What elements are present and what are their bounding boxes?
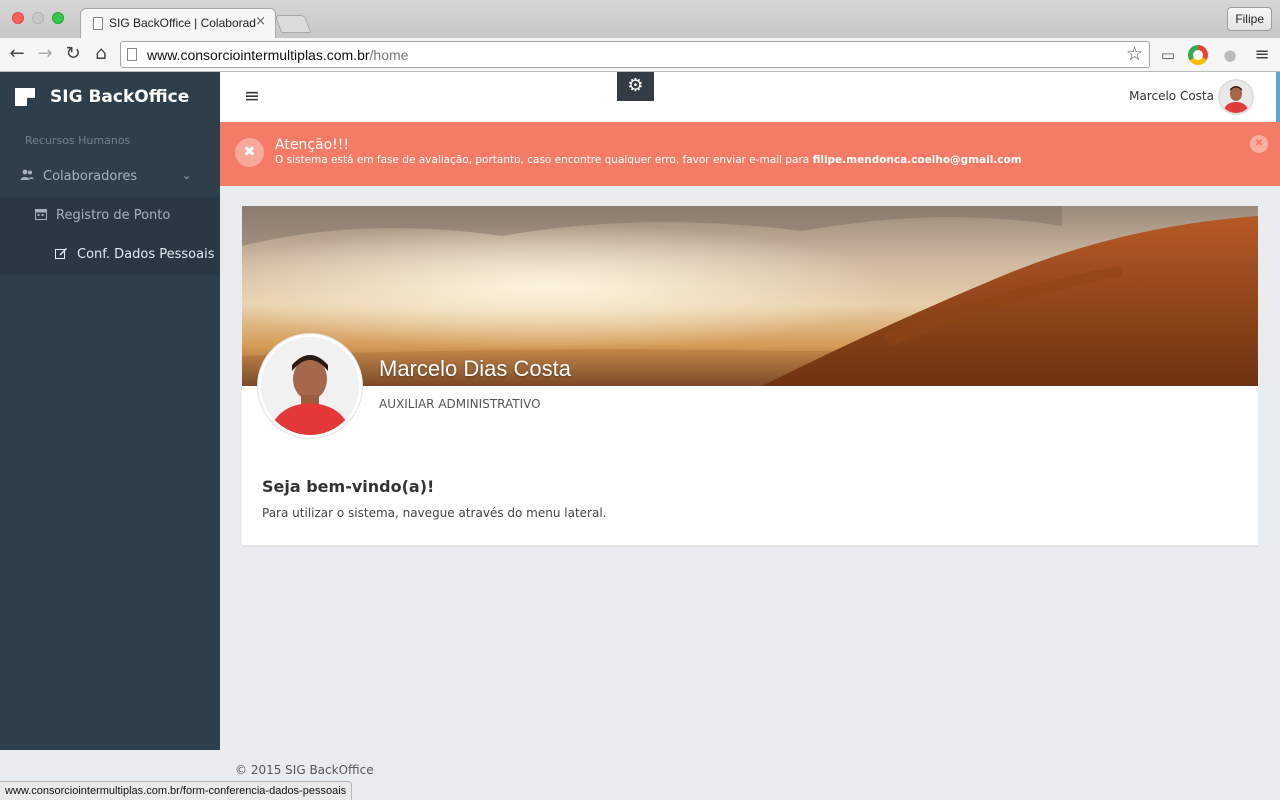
sidebar: SIG BackOffice Recursos Humanos Colabora… xyxy=(0,72,220,750)
sidebar-item-label: Colaboradores xyxy=(43,169,138,184)
brand[interactable]: SIG BackOffice xyxy=(0,72,220,122)
chevron-down-icon: ⌄ xyxy=(182,169,192,182)
alert-message-text: O sistema está em fase de avaliação, por… xyxy=(275,154,813,166)
new-tab-button[interactable] xyxy=(274,15,312,33)
welcome-title: Seja bem-vindo(a)! xyxy=(262,477,435,496)
profile-name: Marcelo Dias Costa xyxy=(379,356,571,381)
status-bar-url: www.consorciointermultiplas.com.br/form-… xyxy=(0,781,353,800)
alert-message: O sistema está em fase de avaliação, por… xyxy=(275,154,1022,166)
header-user-name[interactable]: Marcelo Costa xyxy=(1129,89,1214,103)
play-extension-icon[interactable] xyxy=(1188,45,1208,65)
profile-card: Marcelo Dias Costa AUXILIAR ADMINISTRATI… xyxy=(242,206,1258,547)
minimize-window-icon[interactable] xyxy=(32,12,44,24)
warning-alert: ✖ Atenção!!! O sistema está em fase de a… xyxy=(220,122,1280,186)
page-icon xyxy=(93,17,103,30)
page-icon xyxy=(127,48,137,61)
browser-tab-bar: SIG BackOffice | Colaborad × Filipe xyxy=(0,0,1280,38)
profile-photo xyxy=(258,334,362,438)
browser-toolbar: ← → ↻ ⌂ www.consorciointermultiplas.com.… xyxy=(0,38,1280,72)
back-arrow-icon[interactable]: ← xyxy=(6,43,28,65)
address-bar[interactable]: www.consorciointermultiplas.com.br/home … xyxy=(120,41,1150,68)
sidebar-item-conf-dados-pessoais[interactable]: Conf. Dados Pessoais xyxy=(0,236,220,275)
address-url[interactable]: www.consorciointermultiplas.com.br/home xyxy=(147,47,408,63)
url-host: www.consorciointermultiplas.com.br xyxy=(147,47,370,63)
tab-title: SIG BackOffice | Colaborad xyxy=(109,16,256,30)
sidebar-item-colaboradores[interactable]: Colaboradores ⌄ xyxy=(0,158,220,197)
app-header: ≡ ⚙ Marcelo Costa xyxy=(220,72,1280,122)
bookmark-star-icon[interactable]: ☆ xyxy=(1126,43,1143,65)
browser-tab[interactable]: SIG BackOffice | Colaborad × xyxy=(80,8,276,38)
settings-gear-icon[interactable]: ⚙ xyxy=(617,72,654,101)
extension-icon[interactable]: ● xyxy=(1220,45,1240,65)
footer-copyright: © 2015 SIG BackOffice xyxy=(235,763,374,777)
logo-icon xyxy=(15,88,35,106)
avatar[interactable] xyxy=(1218,79,1254,115)
alert-email: filipe.mendonca.coelho@gmail.com xyxy=(812,154,1022,166)
maximize-window-icon[interactable] xyxy=(52,12,64,24)
alert-dismiss-icon[interactable]: ✖ xyxy=(1250,135,1268,153)
sidebar-item-label: Conf. Dados Pessoais xyxy=(77,247,215,262)
welcome-text: Para utilizar o sistema, navegue através… xyxy=(262,506,607,520)
profile-role: AUXILIAR ADMINISTRATIVO xyxy=(379,397,541,411)
reload-icon[interactable]: ↻ xyxy=(62,43,84,65)
alert-title: Atenção!!! xyxy=(275,137,349,153)
url-path: /home xyxy=(369,47,409,63)
browser-menu-icon[interactable]: ≡ xyxy=(1252,45,1272,65)
close-circle-icon: ✖ xyxy=(235,138,264,167)
brand-name: SIG BackOffice xyxy=(50,87,190,107)
sidebar-item-registro-de-ponto[interactable]: Registro de Ponto xyxy=(0,197,220,236)
close-window-icon[interactable] xyxy=(12,12,24,24)
edit-icon xyxy=(55,247,67,262)
calendar-icon xyxy=(35,208,47,223)
browser-profile-button[interactable]: Filipe xyxy=(1227,7,1272,31)
users-icon xyxy=(20,169,34,184)
home-icon[interactable]: ⌂ xyxy=(90,43,112,65)
sidebar-item-label: Registro de Ponto xyxy=(56,208,171,223)
tab-close-icon[interactable]: × xyxy=(255,14,266,29)
sidebar-section-label: Recursos Humanos xyxy=(25,134,131,147)
cast-icon[interactable]: ▭ xyxy=(1158,45,1178,65)
hamburger-menu-icon[interactable]: ≡ xyxy=(244,85,260,107)
forward-arrow-icon[interactable]: → xyxy=(34,43,56,65)
